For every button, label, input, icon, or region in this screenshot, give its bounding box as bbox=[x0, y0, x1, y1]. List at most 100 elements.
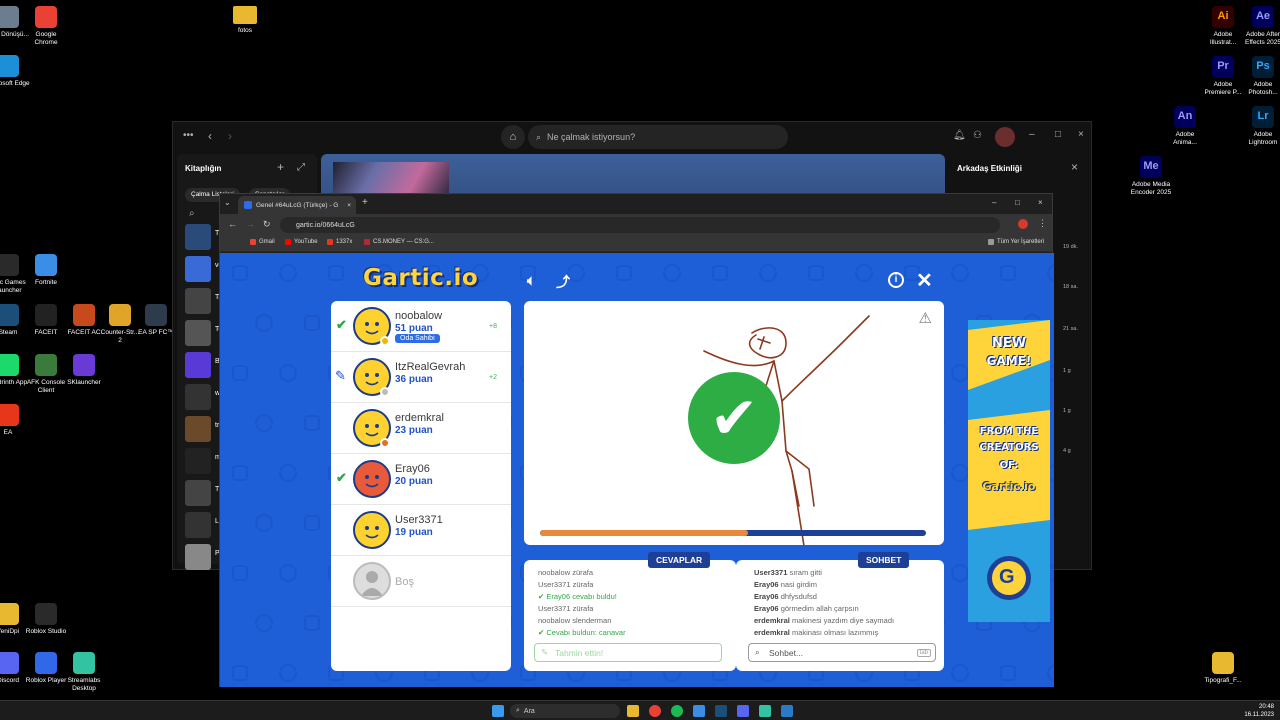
file-explorer-icon[interactable] bbox=[627, 705, 639, 717]
clock[interactable]: 20:48 16.11.2023 bbox=[1244, 703, 1274, 719]
player-row[interactable]: erdemkral 23 puan bbox=[331, 403, 511, 454]
profile-avatar[interactable] bbox=[1018, 219, 1028, 229]
steam-taskbar-icon[interactable] bbox=[715, 705, 727, 717]
back-icon[interactable]: ← bbox=[228, 219, 237, 229]
new-tab-icon[interactable]: + bbox=[362, 197, 368, 208]
player-avatar bbox=[353, 562, 391, 600]
desktop-shortcut[interactable]: Ai Adobe Illustrat... bbox=[1202, 6, 1244, 46]
desktop-shortcut[interactable]: Roblox Studio bbox=[24, 603, 68, 636]
desktop-shortcut[interactable]: Microsoft Edge bbox=[0, 55, 30, 88]
player-avatar bbox=[353, 460, 391, 498]
advertisement-banner[interactable]: NEW GAME! FROM THE CREATORS OF: Gartic.io G bbox=[968, 320, 1050, 622]
desktop-shortcut[interactable]: Me Adobe Media Encoder 2025 bbox=[1130, 156, 1172, 196]
report-warning-icon[interactable]: ⚠ bbox=[919, 309, 932, 327]
bookmark-gmail[interactable]: Gmail bbox=[250, 239, 275, 245]
avatar[interactable] bbox=[995, 127, 1015, 147]
bookmark-1337x[interactable]: 1337x bbox=[327, 239, 352, 245]
close-room-icon[interactable]: ✕ bbox=[916, 268, 933, 293]
library-item-cover[interactable] bbox=[185, 224, 211, 250]
tab-close-icon[interactable]: × bbox=[347, 202, 351, 209]
shortcut-label: Streamlabs Desktop bbox=[67, 677, 101, 692]
message-text: nasi girdim bbox=[780, 580, 817, 589]
sound-icon[interactable]: 🔈︎ bbox=[527, 272, 535, 289]
library-search-icon[interactable]: ⌕ bbox=[189, 208, 195, 219]
desktop-shortcut[interactable]: Lr Adobe Lightroom bbox=[1242, 106, 1280, 146]
desktop-shortcut[interactable]: EA bbox=[0, 404, 30, 437]
expand-icon[interactable]: ⤢ bbox=[297, 162, 305, 173]
library-item-cover[interactable] bbox=[185, 512, 211, 538]
desktop-shortcut[interactable]: Tipografi_F... bbox=[1202, 652, 1244, 685]
library-item-cover[interactable] bbox=[185, 416, 211, 442]
library-item-cover[interactable] bbox=[185, 544, 211, 570]
address-bar[interactable]: gartic.io/0664uLcG bbox=[280, 217, 1000, 233]
player-row[interactable]: ✔ noobalow 51 puan +8 Oda Sahibi bbox=[331, 301, 511, 352]
check-icon: ✔ bbox=[709, 384, 759, 452]
tab-gartic[interactable]: Genel #64uLcG (Türkçe) - G × bbox=[238, 196, 356, 214]
library-item-cover[interactable] bbox=[185, 320, 211, 346]
chrome-taskbar-icon[interactable] bbox=[649, 705, 661, 717]
bookmark-csmoney[interactable]: CS.MONEY — CS:G... bbox=[364, 239, 434, 245]
home-button[interactable]: ⌂ bbox=[501, 125, 525, 149]
folder-label: fotos bbox=[237, 27, 253, 34]
desktop-shortcut[interactable]: An Adobe Anima... bbox=[1164, 106, 1206, 146]
close-friends-icon[interactable]: × bbox=[1071, 160, 1078, 174]
adobe-app-icon: Ps bbox=[1252, 56, 1274, 78]
close-icon[interactable]: × bbox=[1078, 129, 1084, 140]
maximize-icon[interactable]: □ bbox=[1015, 198, 1020, 207]
minimize-icon[interactable]: – bbox=[1029, 129, 1035, 140]
info-icon[interactable]: i bbox=[888, 272, 904, 288]
reload-icon[interactable]: ↻ bbox=[263, 219, 271, 230]
desktop-folder-fotos[interactable]: fotos bbox=[213, 6, 277, 35]
library-item-cover[interactable] bbox=[185, 384, 211, 410]
player-row[interactable]: Boş bbox=[331, 556, 511, 607]
desktop-shortcut[interactable]: Ps Adobe Photosh... bbox=[1242, 56, 1280, 96]
message-user: Eray06 bbox=[754, 592, 781, 601]
desktop-shortcut[interactable]: Ae Adobe After Effects 2025 bbox=[1242, 6, 1280, 46]
discord-taskbar-icon[interactable] bbox=[737, 705, 749, 717]
friends-icon[interactable]: ⚇ bbox=[973, 130, 982, 141]
forward-icon[interactable]: → bbox=[246, 219, 255, 229]
taskbar-search[interactable]: ⌕ Ara bbox=[510, 704, 620, 718]
player-row[interactable]: ✎ ItzRealGevrah 36 puan +2 bbox=[331, 352, 511, 403]
player-row[interactable]: ✔ Eray06 20 puan bbox=[331, 454, 511, 505]
folder-icon bbox=[233, 6, 257, 24]
bookmark-all[interactable]: Tüm Yer İşaretleri bbox=[988, 239, 1044, 245]
menu-icon[interactable]: ⋮ bbox=[1038, 218, 1047, 229]
maximize-icon[interactable]: □ bbox=[1055, 129, 1061, 140]
library-item-cover[interactable] bbox=[185, 288, 211, 314]
photos-taskbar-icon[interactable] bbox=[781, 705, 793, 717]
library-item-cover[interactable] bbox=[185, 352, 211, 378]
app-taskbar-icon[interactable] bbox=[693, 705, 705, 717]
friend-activity-time: 4 g bbox=[1063, 448, 1071, 454]
player-row[interactable]: User3371 19 puan bbox=[331, 505, 511, 556]
library-item-cover[interactable] bbox=[185, 448, 211, 474]
streamlabs-taskbar-icon[interactable] bbox=[759, 705, 771, 717]
add-icon[interactable]: + bbox=[277, 160, 284, 174]
minimize-icon[interactable]: – bbox=[992, 198, 996, 207]
message-text: görmedim allah çarpsın bbox=[780, 604, 859, 613]
desktop-shortcut[interactable]: Google Chrome bbox=[24, 6, 68, 46]
message-user: User3371 bbox=[754, 568, 790, 577]
friend-activity-time: 21 sa. bbox=[1063, 326, 1078, 332]
close-icon[interactable]: × bbox=[1038, 198, 1043, 207]
spotify-taskbar-icon[interactable] bbox=[671, 705, 683, 717]
steam-icon bbox=[0, 304, 19, 326]
answer-input[interactable]: ✎ Tahmin ettin! bbox=[534, 643, 722, 662]
desktop-shortcut[interactable]: Fortnite bbox=[24, 254, 68, 287]
desktop-shortcut[interactable]: Streamlabs Desktop bbox=[62, 652, 106, 692]
bookmark-youtube[interactable]: YouTube bbox=[285, 239, 318, 245]
bell-icon[interactable]: 🔔︎ bbox=[953, 130, 966, 141]
library-item-cover[interactable] bbox=[185, 256, 211, 282]
start-windows-icon[interactable] bbox=[492, 705, 504, 717]
desktop-shortcut[interactable]: Pr Adobe Premiere P... bbox=[1202, 56, 1244, 96]
folder-icon bbox=[0, 603, 19, 625]
share-icon[interactable]: ⤴ bbox=[556, 272, 570, 292]
library-item-cover[interactable] bbox=[185, 480, 211, 506]
forward-icon[interactable]: › bbox=[228, 129, 232, 143]
more-icon[interactable]: ••• bbox=[183, 130, 194, 141]
back-icon[interactable]: ‹ bbox=[208, 129, 212, 143]
tab-search-icon[interactable]: ⌄ bbox=[224, 198, 231, 207]
chat-input[interactable]: ⌕ Sohbet... tab bbox=[748, 643, 936, 662]
spotify-search-input[interactable]: ⌕ Ne çalmak istiyorsun? bbox=[528, 125, 788, 149]
desktop-shortcut[interactable]: SKlauncher bbox=[62, 354, 106, 387]
